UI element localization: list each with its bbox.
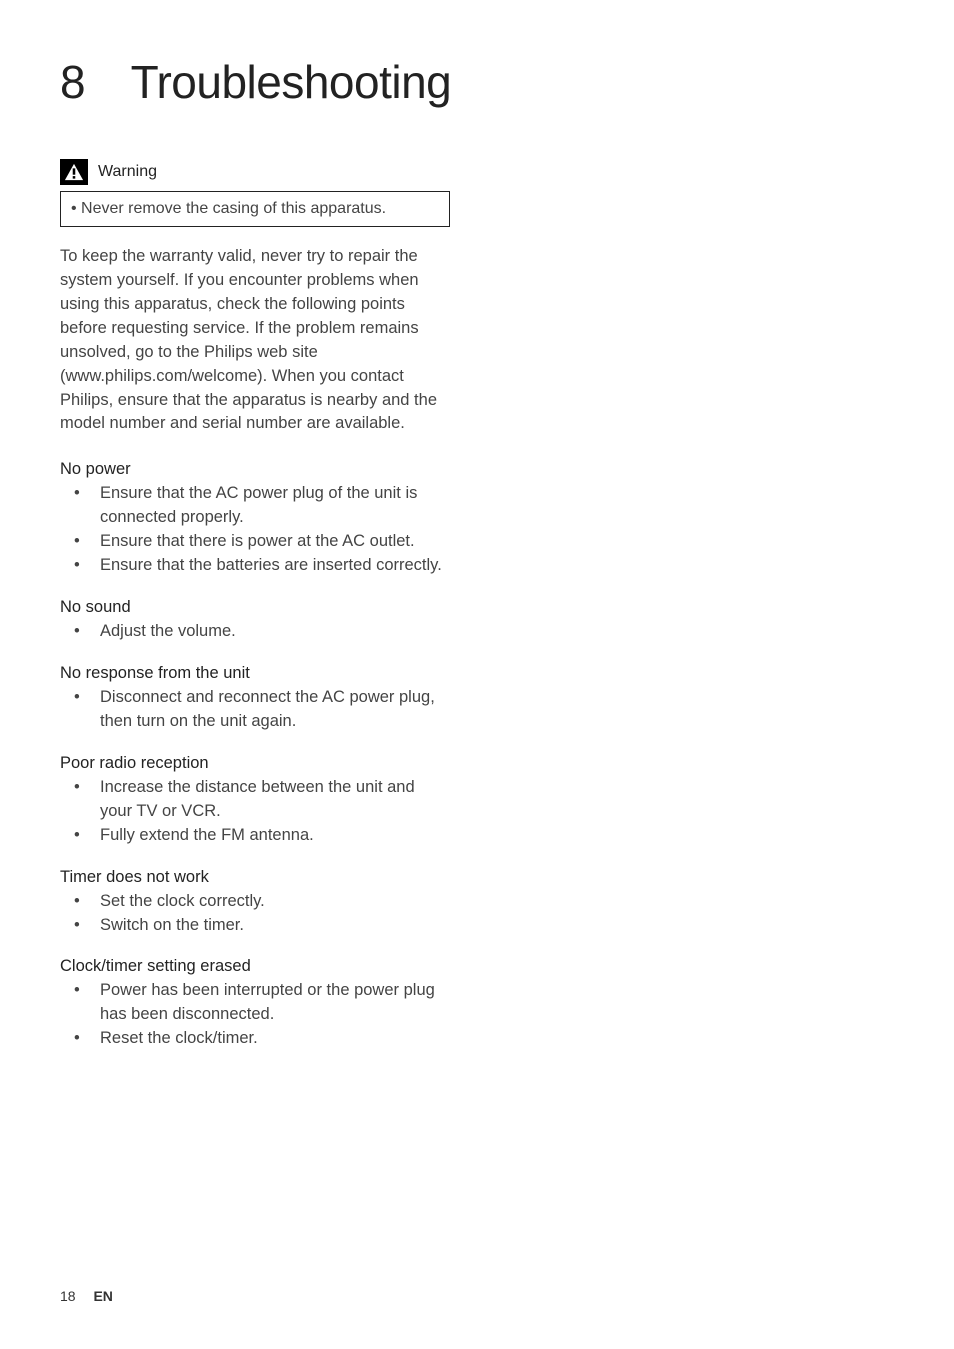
page-title: 8 Troubleshooting [60,55,894,109]
section: Poor radio reception Increase the distanc… [60,754,450,848]
section: No response from the unit Disconnect and … [60,664,450,734]
section-heading: No sound [60,598,450,617]
list-item: Switch on the timer. [60,914,450,938]
section-heading: No power [60,460,450,479]
section-heading: Timer does not work [60,868,450,887]
intro-text: To keep the warranty valid, never try to… [60,245,450,436]
list-item: Disconnect and reconnect the AC power pl… [60,686,450,734]
section-list: Increase the distance between the unit a… [60,776,450,848]
list-item: Power has been interrupted or the power … [60,979,450,1027]
list-item: Ensure that the batteries are inserted c… [60,554,450,578]
section-list: Disconnect and reconnect the AC power pl… [60,686,450,734]
content-column: Warning • Never remove the casing of thi… [60,159,450,1051]
section-list: Adjust the volume. [60,620,450,644]
list-item: Reset the clock/timer. [60,1027,450,1051]
warning-box: • Never remove the casing of this appara… [60,191,450,227]
section-list: Power has been interrupted or the power … [60,979,450,1051]
page-number: 18 [60,1288,76,1304]
section-heading: No response from the unit [60,664,450,683]
list-item: Adjust the volume. [60,620,450,644]
section-list: Ensure that the AC power plug of the uni… [60,482,450,578]
page-language: EN [93,1288,112,1304]
section-list: Set the clock correctly.Switch on the ti… [60,890,450,938]
section: Timer does not work Set the clock correct… [60,868,450,938]
section: Clock/timer setting erased Power has been… [60,957,450,1051]
section-heading: Poor radio reception [60,754,450,773]
list-item: Ensure that there is power at the AC out… [60,530,450,554]
section: No sound Adjust the volume. [60,598,450,644]
page-footer: 18 EN [60,1288,113,1304]
list-item: Fully extend the FM antenna. [60,824,450,848]
section: No power Ensure that the AC power plug of… [60,460,450,578]
list-item: Ensure that the AC power plug of the uni… [60,482,450,530]
section-heading: Clock/timer setting erased [60,957,450,976]
warning-label: Warning [98,163,157,181]
list-item: Set the clock correctly. [60,890,450,914]
warning-icon [60,159,88,185]
warning-header: Warning [60,159,450,185]
list-item: Increase the distance between the unit a… [60,776,450,824]
